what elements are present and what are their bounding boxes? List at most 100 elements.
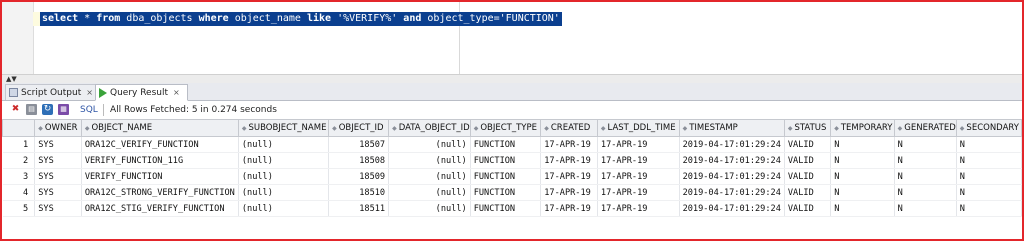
cell-object-type[interactable]: FUNCTION (470, 152, 542, 169)
column-header[interactable]: ◆ SUBOBJECT_NAME (237, 119, 330, 137)
cell-status[interactable]: VALID (784, 136, 832, 153)
cell-data-object-id[interactable]: (null) (388, 184, 471, 201)
refresh-icon[interactable]: ↻ (42, 104, 53, 115)
cell-created[interactable]: 17-APR-19 (540, 184, 598, 201)
cell-owner[interactable]: SYS (34, 152, 82, 169)
cell-generated[interactable]: N (894, 152, 957, 169)
cell-generated[interactable]: N (894, 168, 957, 185)
tab-query-result[interactable]: Query Result × (95, 84, 188, 101)
cell-temporary[interactable]: N (830, 136, 895, 153)
sql-statement[interactable]: select * from dba_objects where object_n… (40, 12, 562, 26)
cell-object-type[interactable]: FUNCTION (470, 200, 542, 217)
column-header[interactable]: ◆ TIMESTAMP (678, 119, 785, 137)
cell-timestamp[interactable]: 2019-04-17:01:29:24 (679, 152, 785, 169)
table-row[interactable]: 5 SYS ORA12C_STIG_VERIFY_FUNCTION (null) 185… (2, 200, 1022, 217)
results-grid[interactable]: ◆ OWNER ◆ OBJECT_NAME ◆ SUBOBJECT_NAME ◆ OBJ… (2, 119, 1022, 217)
table-row[interactable]: 2 SYS VERIFY_FUNCTION_11G (null) 18508 (null)… (2, 152, 1022, 169)
cell-subobject-name[interactable]: (null) (238, 184, 330, 201)
cell-subobject-name[interactable]: (null) (238, 168, 330, 185)
cell-object-type[interactable]: FUNCTION (470, 168, 542, 185)
cell-status[interactable]: VALID (784, 200, 832, 217)
close-icon[interactable]: × (86, 88, 93, 97)
cell-owner[interactable]: SYS (34, 184, 82, 201)
column-header[interactable]: ◆ DATA_OBJECT_ID (388, 119, 471, 137)
row-number[interactable]: 4 (2, 184, 36, 201)
cell-temporary[interactable]: N (830, 152, 895, 169)
column-header[interactable]: ◆ GENERATED (893, 119, 957, 137)
cell-generated[interactable]: N (894, 136, 957, 153)
row-number[interactable]: 2 (2, 152, 36, 169)
cell-created[interactable]: 17-APR-19 (540, 152, 598, 169)
cell-owner[interactable]: SYS (34, 136, 82, 153)
table-row[interactable]: 1 SYS ORA12C_VERIFY_FUNCTION (null) 18507 (nu… (2, 136, 1022, 153)
cell-owner[interactable]: SYS (34, 168, 82, 185)
cell-timestamp[interactable]: 2019-04-17:01:29:24 (679, 168, 785, 185)
cell-data-object-id[interactable]: (null) (388, 152, 471, 169)
column-header[interactable]: ◆ OBJECT_ID (328, 119, 390, 137)
cell-object-id[interactable]: 18509 (328, 168, 390, 185)
cell-owner[interactable]: SYS (34, 200, 82, 217)
cell-object-name[interactable]: ORA12C_STRONG_VERIFY_FUNCTION (81, 184, 239, 201)
cell-created[interactable]: 17-APR-19 (540, 168, 598, 185)
close-icon[interactable]: × (173, 88, 180, 97)
tab-script-output[interactable]: Script Output × (5, 84, 101, 100)
cell-temporary[interactable]: N (830, 200, 895, 217)
cell-secondary[interactable]: N (956, 152, 1022, 169)
cell-status[interactable]: VALID (784, 184, 832, 201)
cell-data-object-id[interactable]: (null) (388, 200, 471, 217)
row-number[interactable]: 1 (2, 136, 36, 153)
table-row[interactable]: 3 SYS VERIFY_FUNCTION (null) 18509 (null) FUNC… (2, 168, 1022, 185)
column-header[interactable]: ◆ OBJECT_TYPE (469, 119, 542, 137)
cell-last-ddl-time[interactable]: 17-APR-19 (597, 168, 680, 185)
pin-icon[interactable]: ✖ (10, 104, 21, 115)
column-header[interactable]: ◆ LAST_DDL_TIME (596, 119, 680, 137)
cell-object-name[interactable]: VERIFY_FUNCTION (81, 168, 239, 185)
column-header[interactable]: ◆ STATUS (783, 119, 832, 137)
cell-last-ddl-time[interactable]: 17-APR-19 (597, 200, 680, 217)
cell-last-ddl-time[interactable]: 17-APR-19 (597, 136, 680, 153)
cell-secondary[interactable]: N (956, 136, 1022, 153)
cell-object-type[interactable]: FUNCTION (470, 184, 542, 201)
cell-created[interactable]: 17-APR-19 (540, 200, 598, 217)
column-header[interactable]: ◆ OWNER (34, 119, 82, 137)
cell-subobject-name[interactable]: (null) (238, 152, 330, 169)
column-header[interactable]: ◆ TEMPORARY (830, 119, 895, 137)
cell-object-type[interactable]: FUNCTION (470, 136, 542, 153)
column-header[interactable]: ◆ CREATED (540, 119, 598, 137)
cell-secondary[interactable]: N (956, 184, 1022, 201)
cell-secondary[interactable]: N (956, 168, 1022, 185)
cell-subobject-name[interactable]: (null) (238, 136, 330, 153)
sql-worksheet-editor[interactable]: select * from dba_objects where object_n… (2, 2, 1022, 74)
table-row[interactable]: 4 SYS ORA12C_STRONG_VERIFY_FUNCTION (null) 1… (2, 184, 1022, 201)
column-header[interactable]: ◆ SECONDARY (955, 119, 1022, 137)
row-number[interactable]: 3 (2, 168, 36, 185)
print-icon[interactable]: ▤ (26, 104, 37, 115)
cell-subobject-name[interactable]: (null) (238, 200, 330, 217)
cell-temporary[interactable]: N (830, 184, 895, 201)
cell-created[interactable]: 17-APR-19 (540, 136, 598, 153)
cell-timestamp[interactable]: 2019-04-17:01:29:24 (679, 184, 785, 201)
cell-object-name[interactable]: VERIFY_FUNCTION_11G (81, 152, 239, 169)
cell-temporary[interactable]: N (830, 168, 895, 185)
cell-object-name[interactable]: ORA12C_STIG_VERIFY_FUNCTION (81, 200, 239, 217)
cell-data-object-id[interactable]: (null) (388, 136, 471, 153)
cell-object-id[interactable]: 18508 (328, 152, 390, 169)
cell-last-ddl-time[interactable]: 17-APR-19 (597, 184, 680, 201)
cell-timestamp[interactable]: 2019-04-17:01:29:24 (679, 136, 785, 153)
cell-timestamp[interactable]: 2019-04-17:01:29:24 (679, 200, 785, 217)
export-icon[interactable]: ▦ (58, 104, 69, 115)
view-sql-button[interactable]: SQL (80, 104, 98, 116)
cell-object-id[interactable]: 18511 (328, 200, 390, 217)
cell-generated[interactable]: N (894, 184, 957, 201)
cell-last-ddl-time[interactable]: 17-APR-19 (597, 152, 680, 169)
cell-object-name[interactable]: ORA12C_VERIFY_FUNCTION (81, 136, 239, 153)
cell-object-id[interactable]: 18507 (328, 136, 390, 153)
cell-generated[interactable]: N (894, 200, 957, 217)
column-header[interactable]: ◆ OBJECT_NAME (80, 119, 239, 137)
cell-data-object-id[interactable]: (null) (388, 168, 471, 185)
row-number[interactable]: 5 (2, 200, 36, 217)
cell-secondary[interactable]: N (956, 200, 1022, 217)
cell-object-id[interactable]: 18510 (328, 184, 390, 201)
cell-status[interactable]: VALID (784, 168, 832, 185)
cell-status[interactable]: VALID (784, 152, 832, 169)
